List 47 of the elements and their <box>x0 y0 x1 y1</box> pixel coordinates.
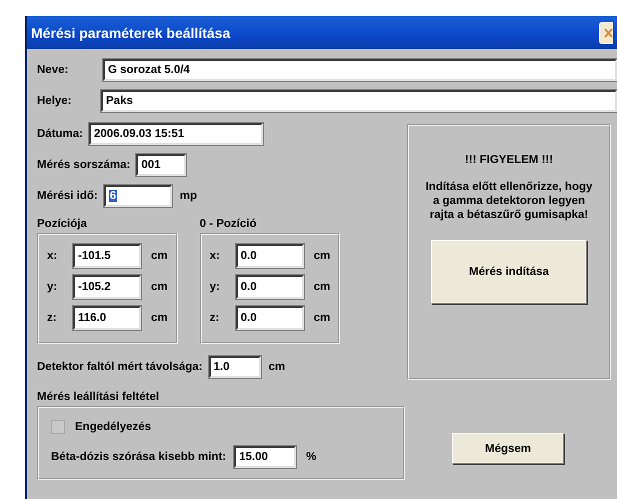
group-title: Mérés leállítási feltétel <box>37 391 160 403</box>
unit-label: cm <box>151 250 168 262</box>
text-field[interactable]: 001 <box>136 154 186 176</box>
field-label: Mérés sorszáma: <box>37 158 130 170</box>
coordinate-field[interactable]: -101.5 <box>73 244 141 268</box>
text-field[interactable]: 15.00 <box>234 446 296 468</box>
group-title: 0 - Pozíció <box>200 218 258 230</box>
text-field[interactable]: 1.0 <box>208 356 261 378</box>
axis-label: y: <box>47 281 58 293</box>
unit-label: % <box>306 451 316 463</box>
unit-label: cm <box>151 312 168 324</box>
checkbox[interactable] <box>51 420 65 434</box>
coordinate-field[interactable]: 0.0 <box>236 306 304 330</box>
window-title: Mérési paraméterek beállítása <box>30 24 230 40</box>
close-icon <box>603 26 613 38</box>
group-title: Pozíciója <box>37 218 88 230</box>
coordinate-field[interactable]: -105.2 <box>73 275 141 299</box>
text-field[interactable]: 6 <box>104 184 172 206</box>
axis-label: x: <box>47 250 58 262</box>
text-field[interactable]: 2006.09.03 15:51 <box>89 122 264 144</box>
coordinate-field[interactable]: 0.0 <box>236 244 304 268</box>
warning-title: !!! FIGYELEM !!! <box>464 154 554 166</box>
axis-label: z: <box>210 312 220 324</box>
checkbox-label[interactable]: Engedélyezés <box>75 421 152 433</box>
field-label: Detektor faltól mért távolsága: <box>37 361 203 373</box>
text-field[interactable]: G sorozat 5.0/4 <box>103 59 617 81</box>
field-label: Neve: <box>37 64 70 76</box>
unit-label: cm <box>314 312 330 324</box>
unit-label: cm <box>268 361 286 373</box>
unit-label: cm <box>151 281 168 293</box>
unit-label: cm <box>314 281 330 293</box>
unit-label: cm <box>314 250 330 262</box>
coordinate-field[interactable]: 116.0 <box>73 306 141 330</box>
unit-label: mp <box>180 190 197 202</box>
axis-label: x: <box>210 250 221 262</box>
field-label: Béta-dózis szórása kisebb mint: <box>51 451 226 463</box>
warning-text: Indítása előtt ellenőrizze, hogy a gamma detektoron legyen rajta a bétaszűrő gumisapka! <box>425 180 593 222</box>
cancel-button[interactable]: Mégsem <box>452 433 564 464</box>
field-label: Dátuma: <box>37 128 84 140</box>
axis-label: z: <box>47 312 58 324</box>
coordinate-field[interactable]: 0.0 <box>236 275 304 299</box>
text-field[interactable]: Paks <box>101 90 617 112</box>
axis-label: y: <box>210 281 221 293</box>
field-label: Mérési idő: <box>37 190 98 202</box>
field-label: Helye: <box>37 95 73 107</box>
close-button[interactable] <box>599 22 613 44</box>
start-button[interactable]: Mérés indítása <box>431 240 587 304</box>
